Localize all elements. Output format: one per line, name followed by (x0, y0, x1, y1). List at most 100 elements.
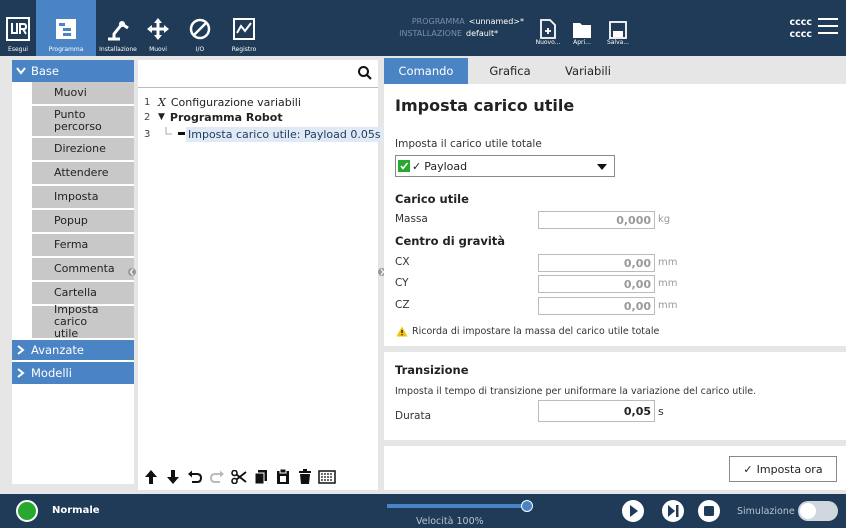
set-now-button[interactable]: ✓ Imposta ora (729, 456, 837, 482)
play-button[interactable] (622, 500, 644, 522)
log-icon (233, 18, 255, 40)
simulation-toggle-knob[interactable] (800, 503, 816, 519)
nav-io[interactable]: I/O (182, 0, 218, 56)
nav-item-waypoint[interactable]: Punto percorso (32, 106, 134, 138)
robot-name: cccc cccc (789, 17, 812, 40)
move-down-icon[interactable] (164, 468, 182, 486)
open-button[interactable]: Apri... (562, 8, 602, 48)
robot-status-label: Normale (52, 505, 100, 516)
nav-item-comment[interactable]: Commenta (32, 258, 134, 282)
cz-label: CZ (395, 299, 410, 311)
payload-selected: Payload (424, 159, 468, 173)
speed-slider-fill (387, 504, 527, 508)
play-icon (630, 505, 638, 517)
program-tree: 1 X Configurazione variabili 2 ▼ Program… (138, 60, 383, 490)
delete-icon[interactable] (296, 468, 314, 486)
nav-item-set-payload[interactable]: Imposta carico utile (32, 304, 134, 340)
suppress-icon[interactable] (318, 468, 336, 486)
speed-label: Velocità 100% (416, 516, 484, 527)
ur-logo-icon (6, 17, 30, 41)
cy-unit: mm (658, 278, 678, 289)
tree-search[interactable] (138, 60, 378, 88)
nav-item-set[interactable]: Imposta (32, 186, 134, 210)
tab-variables[interactable]: Variabili (552, 58, 624, 84)
dropdown-arrow-icon (597, 164, 607, 170)
tab-command[interactable]: Comando (384, 58, 468, 84)
menu-icon[interactable] (818, 18, 838, 36)
chevron-right-icon (17, 368, 25, 378)
payload-check-icon (398, 160, 410, 172)
cz-field[interactable]: 0,00 (538, 297, 655, 315)
program-name: <unnamed>* (468, 17, 524, 26)
nav-run[interactable]: Esegui (0, 0, 36, 56)
warning-text: Ricorda di impostare la massa del carico… (412, 326, 660, 337)
transition-description: Imposta il tempo di transizione per unif… (395, 386, 757, 397)
program-info: PROGRAMMA <unnamed>* INSTALLAZIONE default… (384, 16, 524, 40)
nav-move[interactable]: Muovi (140, 0, 176, 56)
bottom-divider (384, 440, 846, 446)
duration-label: Durata (395, 410, 432, 422)
mass-unit: kg (658, 214, 671, 225)
section-templates[interactable]: Modelli (12, 362, 134, 384)
tree-node-variables[interactable]: 1 X Configurazione variabili (144, 94, 301, 110)
tab-bar: Comando Grafica Variabili (384, 58, 846, 84)
new-file-icon (540, 19, 556, 39)
cy-field[interactable]: 0,00 (538, 275, 655, 293)
cog-section-title: Centro di gravità (395, 234, 506, 248)
nav-item-direction[interactable]: Direzione (32, 138, 134, 162)
io-icon (189, 18, 211, 40)
chevron-down-icon (16, 67, 26, 75)
section-base[interactable]: Base (12, 60, 134, 82)
warning-icon (396, 326, 408, 337)
cx-label: CX (395, 256, 410, 268)
step-icon (668, 505, 679, 517)
paste-icon[interactable] (274, 468, 292, 486)
installation-key: INSTALLAZIONE (399, 29, 462, 38)
tree-node-set-payload[interactable]: 3 Imposta carico utile: Payload 0.05s (144, 126, 383, 142)
robot-arm-icon (108, 21, 129, 41)
copy-icon[interactable] (252, 468, 270, 486)
speed-slider-knob[interactable] (521, 500, 533, 512)
mass-field[interactable]: 0,000 (538, 211, 655, 229)
variable-icon: X (158, 95, 166, 109)
cut-icon[interactable] (230, 468, 248, 486)
simulation-label: Simulazione (737, 506, 795, 517)
robot-status-icon[interactable] (16, 500, 38, 522)
nav-item-popup[interactable]: Popup (32, 210, 134, 234)
move-up-icon[interactable] (142, 468, 160, 486)
folder-icon (573, 23, 591, 38)
section-advanced[interactable]: Avanzate (12, 340, 134, 362)
nav-item-wait[interactable]: Attendere (32, 162, 134, 186)
nav-item-move[interactable]: Muovi (32, 82, 134, 106)
payload-select[interactable]: ✓ Payload (395, 155, 615, 177)
redo-icon (208, 468, 226, 486)
chevron-right-icon (17, 345, 25, 355)
installation-name: default* (466, 29, 499, 38)
expand-triangle-icon[interactable]: ▼ (158, 112, 165, 122)
step-button[interactable] (662, 500, 684, 522)
collapse-left-icon[interactable] (128, 266, 136, 278)
nav-program[interactable]: Programma (36, 0, 96, 56)
move-icon (147, 18, 169, 40)
command-panel: Comando Grafica Variabili Imposta carico… (384, 58, 846, 490)
duration-field[interactable]: 0,05 (538, 400, 655, 422)
undo-icon[interactable] (186, 468, 204, 486)
nav-item-halt[interactable]: Ferma (32, 234, 134, 258)
program-icon (56, 19, 76, 39)
page-title: Imposta carico utile (395, 96, 575, 115)
nav-log[interactable]: Registro (226, 0, 262, 56)
total-payload-label: Imposta il carico utile totale (395, 138, 542, 150)
cx-field[interactable]: 0,00 (538, 254, 655, 272)
tree-node-robot-program[interactable]: 2 ▼ Programma Robot (144, 109, 283, 125)
program-key: PROGRAMMA (411, 17, 465, 26)
tree-toolbar (138, 464, 378, 490)
stop-button[interactable] (698, 500, 720, 522)
tab-graphics[interactable]: Grafica (468, 58, 552, 84)
save-icon (609, 21, 627, 39)
save-button[interactable]: Salva... (598, 8, 638, 48)
nav-installation[interactable]: Installazione (96, 0, 140, 56)
footer-bar: Normale Velocità 100% Simulazione (0, 494, 846, 528)
cx-unit: mm (658, 257, 678, 268)
search-icon[interactable] (358, 66, 372, 80)
stop-icon (704, 506, 714, 516)
